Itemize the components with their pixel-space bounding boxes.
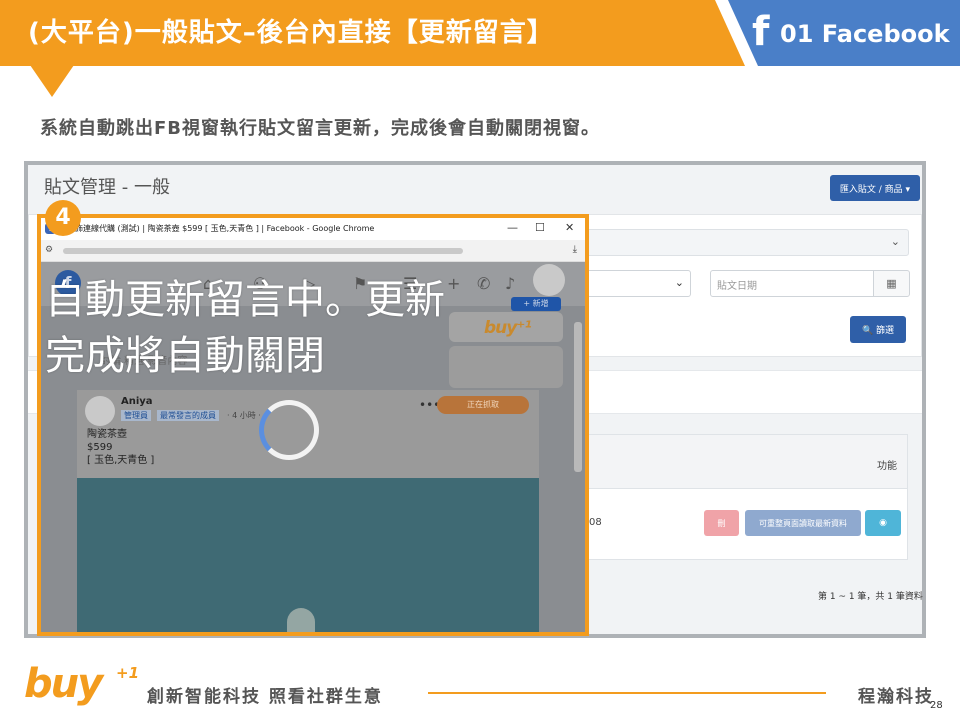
scrollbar[interactable] — [574, 322, 582, 472]
maximize-icon[interactable]: ☐ — [535, 221, 545, 234]
post-line: [ 玉色,天青色 ] — [87, 455, 155, 466]
calendar-icon[interactable]: ▦ — [873, 270, 910, 297]
post-author[interactable]: Aniya — [121, 396, 153, 407]
page-number: 28 — [930, 700, 943, 711]
slide-title: (大平台)一般貼文–後台內直接【更新留言】 — [28, 18, 554, 48]
delete-button[interactable]: 刪 — [704, 510, 739, 536]
buy-logo: buy — [24, 661, 103, 707]
fetching-status-button[interactable]: 正在抓取 — [437, 396, 529, 414]
post-line: 陶瓷茶壺 — [87, 429, 127, 440]
notification-icon[interactable]: ♪ — [505, 274, 515, 293]
post-date-input[interactable]: 貼文日期 — [710, 270, 874, 297]
chrome-titlebar: f 收服飾連線代購 (測試) | 陶瓷茶壺 $599 [ 玉色,天青色 ] | … — [41, 218, 585, 240]
overlay-line: 自動更新留言中。更新 — [45, 277, 445, 323]
avatar[interactable] — [85, 396, 115, 426]
footer-divider — [428, 692, 826, 694]
sidebar-card — [449, 346, 563, 388]
page-title: 貼文管理 - 一般 — [44, 177, 170, 198]
close-icon[interactable]: ✕ — [565, 221, 574, 234]
updating-overlay-text: 自動更新留言中。更新 完成將自動關閉 — [45, 272, 445, 384]
facebook-icon: f — [752, 9, 770, 55]
download-icon[interactable]: ⤓ — [573, 244, 577, 255]
filter-button[interactable]: 🔍 篩選 — [850, 316, 906, 343]
company-name: 程瀚科技 — [858, 687, 934, 707]
pagination-info: 第 1 ~ 1 筆，共 1 筆資料 — [818, 592, 923, 602]
post-photo[interactable] — [77, 478, 539, 632]
eye-icon[interactable]: ◉ — [865, 510, 901, 536]
column-header-function: 功能 — [877, 461, 897, 472]
loading-spinner-icon — [259, 400, 319, 460]
messenger-icon[interactable]: ✆ — [477, 274, 490, 293]
buy-logo-mini: buy⁺¹ — [484, 318, 532, 338]
import-post-button[interactable]: 匯入貼文 / 商品 ▾ — [830, 175, 920, 201]
teapot-image — [287, 608, 315, 632]
avatar[interactable] — [533, 264, 565, 296]
window-title: 收服飾連線代購 (測試) | 陶瓷茶壺 $599 [ 玉色,天青色 ] | Fa… — [59, 224, 375, 233]
site-info-icon[interactable]: ⚙ — [45, 245, 53, 255]
type-select[interactable]: ⌄ — [579, 270, 691, 297]
post-line: $599 — [87, 442, 113, 453]
step-number-badge: 4 — [45, 200, 81, 236]
buy-logo-superscript: +1 — [116, 664, 140, 682]
minimize-icon[interactable]: — — [507, 221, 518, 234]
chevron-down-icon: ⌄ — [674, 276, 684, 289]
overlay-line: 完成將自動關閉 — [45, 333, 325, 379]
add-icon[interactable]: + — [447, 274, 460, 293]
facebook-popup-window[interactable]: f 收服飾連線代購 (測試) | 陶瓷茶壺 $599 [ 玉色,天青色 ] | … — [37, 214, 589, 636]
chevron-down-icon: ⌄ — [890, 235, 900, 248]
add-button[interactable]: + 新增 — [511, 297, 561, 311]
address-bar[interactable]: ⚙ ⤓ — [41, 240, 585, 262]
role-badge: 管理員 — [121, 410, 151, 421]
refresh-comments-button[interactable]: 可重整頁面讀取最新資料 — [745, 510, 861, 536]
section-label: 01 Facebook — [780, 20, 950, 48]
post-body: 陶瓷茶壺 $599 [ 玉色,天青色 ] — [87, 428, 154, 467]
footer-slogan: 創新智能科技 照看社群生意 — [147, 687, 383, 707]
table-cell: 08 — [589, 517, 602, 528]
header-banner-notch — [30, 65, 74, 97]
slide-subtitle: 系統自動跳出FB視窗執行貼文留言更新，完成後會自動關閉視窗。 — [40, 118, 601, 139]
member-badge: 最常發言的成員 — [157, 410, 219, 421]
post-timestamp[interactable]: · 4 小時 · — [227, 410, 261, 421]
group-select[interactable]: ⌄ — [579, 229, 909, 256]
url-text — [63, 248, 463, 254]
